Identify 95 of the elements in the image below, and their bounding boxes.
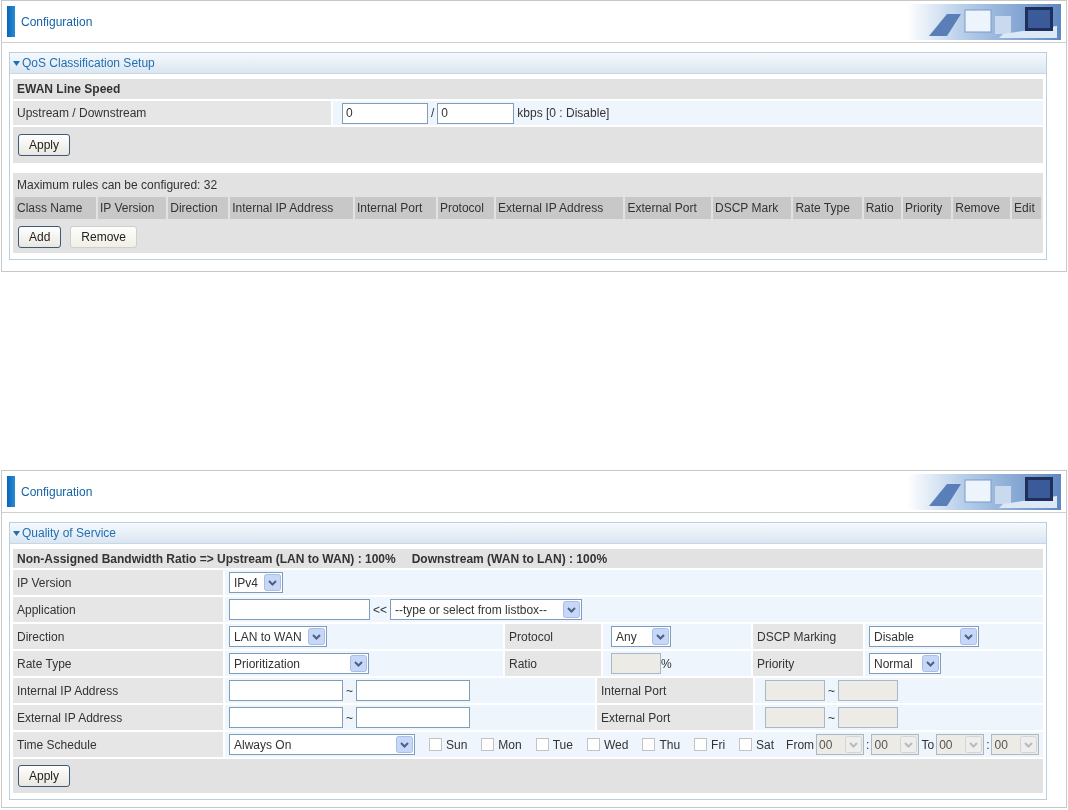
caret-icon bbox=[845, 736, 863, 753]
label-text: Time Schedule bbox=[17, 737, 97, 752]
external-ip-end-input[interactable] bbox=[356, 707, 470, 728]
section-title[interactable]: QoS Classification Setup bbox=[22, 56, 155, 70]
column-header: Remove bbox=[953, 197, 1011, 219]
separator-text: << bbox=[373, 602, 387, 617]
day-label: Mon bbox=[498, 737, 522, 752]
checkbox[interactable] bbox=[535, 738, 549, 751]
remove-button[interactable]: Remove bbox=[70, 226, 138, 248]
separator-text: ~ bbox=[828, 710, 835, 725]
caret-icon bbox=[1020, 736, 1038, 753]
section-title[interactable]: Quality of Service bbox=[22, 526, 117, 540]
column-header: External Port bbox=[625, 197, 712, 219]
column-header: External IP Address bbox=[495, 197, 624, 219]
section-heading: EWAN Line Speed bbox=[17, 82, 121, 96]
column-header: Priority bbox=[903, 197, 952, 219]
label-text: External Port bbox=[601, 710, 671, 725]
label-text: DSCP Marking bbox=[757, 629, 837, 644]
caret-icon bbox=[396, 736, 413, 753]
downstream-input[interactable]: 0 bbox=[437, 102, 515, 124]
column-header: Direction bbox=[168, 197, 229, 219]
ip-version-select[interactable]: IPv4 bbox=[229, 572, 283, 593]
day-label: Sat bbox=[756, 737, 775, 752]
column-header: Class Name bbox=[15, 197, 96, 219]
caret-icon bbox=[350, 655, 367, 672]
column-header: Protocol bbox=[437, 197, 494, 219]
external-ip-start-input[interactable] bbox=[229, 707, 343, 728]
label-text: Direction bbox=[17, 629, 65, 644]
label-text: Priority bbox=[757, 656, 795, 671]
priority-select[interactable]: Normal bbox=[869, 653, 941, 674]
bandwidth-note: Non-Assigned Bandwidth Ratio => Upstream (LAN to WAN) : 100% bbox=[17, 551, 396, 566]
label-text: Application bbox=[17, 602, 76, 617]
column-header: Internal IP Address bbox=[230, 197, 353, 219]
day-label: Sun bbox=[446, 737, 468, 752]
day-label: Thu bbox=[659, 737, 681, 752]
separator-text: : bbox=[986, 737, 990, 752]
column-header: Internal Port bbox=[354, 197, 436, 219]
separator-text: : bbox=[866, 737, 870, 752]
caret-icon bbox=[965, 736, 983, 753]
application-input[interactable] bbox=[229, 599, 370, 620]
day-label: Wed bbox=[603, 737, 629, 752]
column-header: Edit bbox=[1012, 197, 1041, 219]
column-header: IP Version bbox=[97, 197, 167, 219]
label-text: Ratio bbox=[509, 656, 537, 671]
to-label: To bbox=[921, 737, 935, 752]
bandwidth-note: Downstream (WAN to LAN) : 100% bbox=[411, 551, 608, 566]
from-label: From bbox=[786, 737, 815, 752]
column-header: DSCP Mark bbox=[713, 197, 792, 219]
checkbox[interactable] bbox=[694, 738, 708, 751]
separator-text: ~ bbox=[346, 710, 353, 725]
upstream-input[interactable]: 0 bbox=[342, 102, 428, 124]
label-text: Internal IP Address bbox=[17, 683, 119, 698]
caret-icon bbox=[652, 628, 669, 645]
label-text: Protocol bbox=[509, 629, 554, 644]
unit-text: % bbox=[661, 656, 672, 671]
application-select[interactable]: --type or select from listbox-- bbox=[390, 599, 582, 620]
checkbox[interactable] bbox=[739, 738, 753, 751]
label-text: Upstream / Downstream bbox=[17, 106, 147, 120]
dscp-marking-select[interactable]: Disable bbox=[869, 626, 979, 647]
page-title: Configuration bbox=[21, 484, 93, 499]
day-label: Fri bbox=[711, 737, 726, 752]
checkbox[interactable] bbox=[586, 738, 600, 751]
add-button[interactable]: Add bbox=[18, 226, 62, 248]
caret-icon bbox=[563, 601, 580, 618]
column-header: Rate Type bbox=[793, 197, 862, 219]
caret-icon bbox=[308, 628, 325, 645]
label-text: Internal Port bbox=[601, 683, 667, 698]
direction-select[interactable]: LAN to WAN bbox=[229, 626, 327, 647]
label-text: External IP Address bbox=[17, 710, 123, 725]
rate-type-select[interactable]: Prioritization bbox=[229, 653, 369, 674]
max-rules-note: Maximum rules can be configured: 32 bbox=[17, 178, 218, 192]
page-title: Configuration bbox=[21, 14, 93, 29]
unit-text: kbps [0 : Disable] bbox=[517, 106, 610, 120]
label-text: IP Version bbox=[17, 575, 72, 590]
checkbox[interactable] bbox=[481, 738, 495, 751]
caret-icon bbox=[264, 574, 281, 591]
caret-icon bbox=[922, 655, 939, 672]
internal-ip-start-input[interactable] bbox=[229, 680, 343, 701]
checkbox[interactable] bbox=[429, 738, 442, 751]
column-header: Ratio bbox=[863, 197, 901, 219]
separator-text: ~ bbox=[828, 683, 835, 698]
title-accent-bar bbox=[7, 6, 15, 37]
apply-button[interactable]: Apply bbox=[18, 765, 71, 787]
internal-ip-end-input[interactable] bbox=[356, 680, 470, 701]
caret-icon bbox=[960, 628, 977, 645]
time-schedule-select[interactable]: Always On bbox=[229, 734, 415, 755]
caret-icon bbox=[900, 736, 918, 753]
day-label: Tue bbox=[552, 737, 573, 752]
label-text: Rate Type bbox=[17, 656, 72, 671]
checkbox[interactable] bbox=[642, 738, 656, 751]
separator-text: / bbox=[431, 106, 435, 120]
separator-text: ~ bbox=[346, 683, 353, 698]
protocol-select[interactable]: Any bbox=[611, 626, 671, 647]
title-accent-bar bbox=[7, 476, 15, 507]
apply-button[interactable]: Apply bbox=[18, 134, 71, 156]
